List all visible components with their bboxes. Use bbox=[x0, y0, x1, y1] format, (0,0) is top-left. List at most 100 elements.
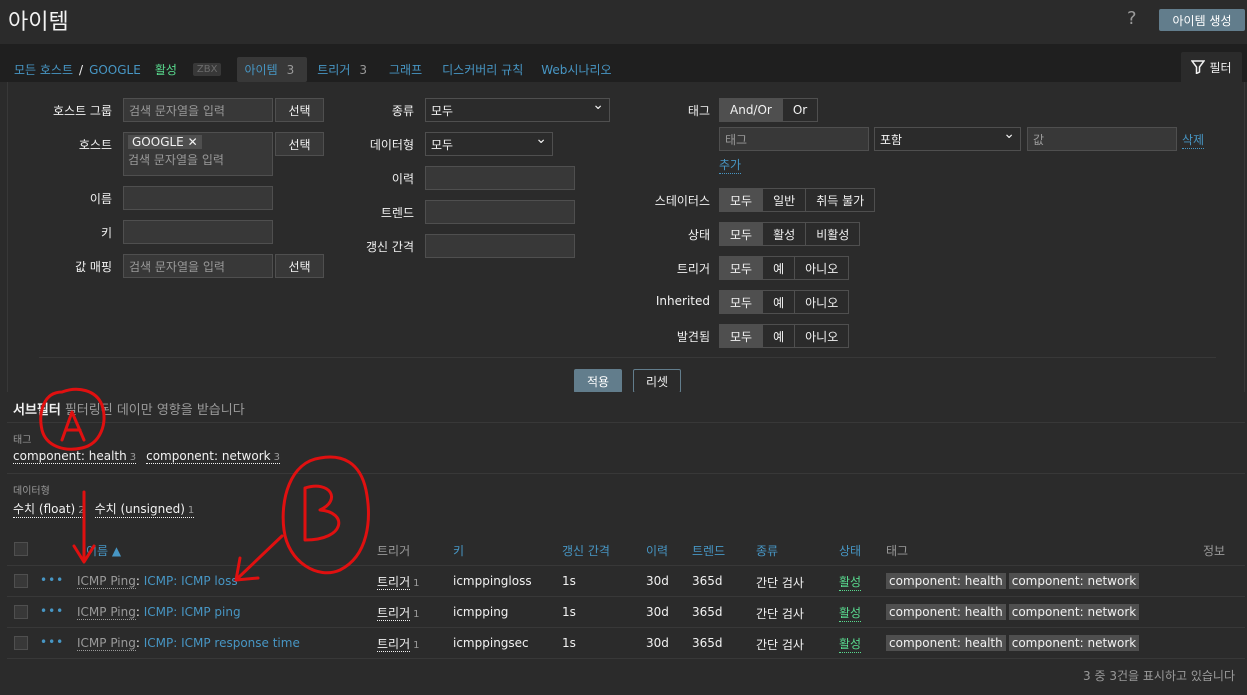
inherited-all[interactable]: 모두 bbox=[720, 291, 764, 313]
pagination-summary: 3 중 3건을 표시하고 있습니다 bbox=[1083, 669, 1235, 683]
state-normal[interactable]: 일반 bbox=[763, 189, 807, 211]
host-group-select-button[interactable]: 선택 bbox=[275, 98, 324, 122]
host-group-input[interactable]: 검색 문자열을 입력 bbox=[123, 98, 273, 122]
help-icon[interactable]: ? bbox=[1127, 8, 1137, 29]
status-toggle[interactable]: 모두 활성 비활성 bbox=[719, 222, 861, 246]
tag-value-input[interactable]: 값 bbox=[1027, 127, 1177, 151]
select-all-checkbox[interactable] bbox=[14, 542, 28, 556]
tag-badge: component: health bbox=[886, 635, 1006, 651]
interval-label: 갱신 간격 bbox=[366, 240, 414, 254]
name-column-header[interactable]: 이름 ▲ bbox=[86, 542, 121, 559]
item-name-link[interactable]: ICMP: ICMP loss bbox=[144, 574, 238, 588]
subfilter-tag-network[interactable]: component: network 3 bbox=[146, 449, 280, 464]
row-checkbox[interactable] bbox=[14, 574, 28, 588]
name-input[interactable] bbox=[123, 186, 273, 210]
tag-operator-select[interactable]: 포함 bbox=[874, 126, 1021, 151]
type-column-header[interactable]: 종류 bbox=[756, 542, 778, 559]
template-prefix-link[interactable]: ICMP Ping bbox=[77, 605, 136, 620]
item-history: 30d bbox=[646, 636, 669, 650]
row-menu-icon[interactable]: ••• bbox=[40, 573, 64, 587]
item-status-link[interactable]: 활성 bbox=[839, 573, 862, 591]
and-or-option[interactable]: And/Or bbox=[720, 99, 783, 121]
status-column-header[interactable]: 상태 bbox=[839, 542, 861, 559]
tags-operator-toggle[interactable]: And/Or Or bbox=[719, 98, 819, 122]
state-unsupported[interactable]: 취득 불가 bbox=[806, 189, 875, 211]
apply-button[interactable]: 적용 bbox=[574, 369, 622, 393]
filter-toggle-button[interactable]: 필터 bbox=[1181, 52, 1242, 82]
row-menu-icon[interactable]: ••• bbox=[40, 635, 64, 649]
item-name-link[interactable]: ICMP: ICMP ping bbox=[144, 605, 241, 619]
remove-chip-icon[interactable]: ✕ bbox=[188, 135, 198, 149]
row-checkbox[interactable] bbox=[14, 605, 28, 619]
subfilter-tag-health[interactable]: component: health 3 bbox=[13, 449, 137, 464]
item-triggers-link[interactable]: 트리거 bbox=[377, 606, 411, 621]
or-option[interactable]: Or bbox=[782, 99, 818, 121]
history-column-header[interactable]: 이력 bbox=[646, 542, 668, 559]
discovered-toggle[interactable]: 모두 예 아니오 bbox=[719, 324, 850, 348]
row-menu-icon[interactable]: ••• bbox=[40, 604, 64, 618]
tab-discovery-rules[interactable]: 디스커버리 규칙 bbox=[442, 61, 523, 78]
host-link[interactable]: GOOGLE bbox=[89, 63, 141, 77]
inherited-toggle[interactable]: 모두 예 아니오 bbox=[719, 290, 850, 314]
table-header: 이름 ▲ 트리거 키 갱신 간격 이력 트렌드 종류 상태 태그 정보 bbox=[7, 534, 1245, 566]
state-all[interactable]: 모두 bbox=[720, 189, 764, 211]
tab-items[interactable]: 아이템 3 bbox=[237, 57, 308, 82]
item-status-link[interactable]: 활성 bbox=[839, 635, 862, 653]
subfilter-datatype-unsigned[interactable]: 수치 (unsigned) 1 bbox=[94, 500, 195, 518]
all-hosts-link[interactable]: 모든 호스트 bbox=[14, 61, 73, 78]
tag-name-input[interactable]: 태그 bbox=[719, 127, 869, 151]
trends-column-header[interactable]: 트렌드 bbox=[692, 542, 725, 559]
row-checkbox[interactable] bbox=[14, 636, 28, 650]
status-all[interactable]: 모두 bbox=[720, 223, 764, 245]
item-triggers-link[interactable]: 트리거 bbox=[377, 575, 411, 590]
triggers-toggle[interactable]: 모두 예 아니오 bbox=[719, 256, 850, 280]
status-disabled[interactable]: 비활성 bbox=[806, 223, 860, 245]
data-type-select[interactable]: 모두 bbox=[425, 131, 553, 156]
value-map-select-button[interactable]: 선택 bbox=[275, 254, 324, 278]
triggers-no[interactable]: 아니오 bbox=[795, 257, 849, 279]
triggers-yes[interactable]: 예 bbox=[763, 257, 796, 279]
tab-web-scenarios[interactable]: Web시나리오 bbox=[541, 61, 611, 78]
key-input[interactable] bbox=[123, 220, 273, 244]
triggers-column-header: 트리거 bbox=[377, 544, 411, 558]
discovered-no[interactable]: 아니오 bbox=[795, 325, 849, 347]
inherited-no[interactable]: 아니오 bbox=[795, 291, 849, 313]
items-table: 이름 ▲ 트리거 키 갱신 간격 이력 트렌드 종류 상태 태그 정보 ••• … bbox=[7, 534, 1245, 689]
create-item-button[interactable]: 아이템 생성 bbox=[1159, 9, 1245, 31]
tab-graphs[interactable]: 그래프 bbox=[389, 61, 422, 78]
template-prefix-link[interactable]: ICMP Ping bbox=[77, 574, 136, 589]
item-tags: component: health component: network bbox=[886, 604, 1142, 620]
interval-column-header[interactable]: 갱신 간격 bbox=[562, 542, 610, 559]
state-toggle[interactable]: 모두 일반 취득 불가 bbox=[719, 188, 876, 212]
type-select[interactable]: 모두 bbox=[425, 97, 610, 122]
value-map-input[interactable]: 검색 문자열을 입력 bbox=[123, 254, 273, 278]
item-name-link[interactable]: ICMP: ICMP response time bbox=[144, 636, 300, 650]
trends-input[interactable] bbox=[425, 200, 575, 224]
filter-icon bbox=[1191, 60, 1206, 74]
discovered-yes[interactable]: 예 bbox=[763, 325, 796, 347]
item-status-link[interactable]: 활성 bbox=[839, 604, 862, 622]
key-label: 키 bbox=[100, 226, 112, 240]
host-chip[interactable]: GOOGLE ✕ bbox=[128, 135, 202, 149]
triggers-all[interactable]: 모두 bbox=[720, 257, 764, 279]
tab-triggers[interactable]: 트리거 3 bbox=[317, 61, 373, 78]
item-triggers-cell: 트리거 1 bbox=[377, 637, 420, 652]
item-trends: 365d bbox=[692, 636, 723, 650]
tag-remove-link[interactable]: 삭제 bbox=[1182, 131, 1205, 149]
tag-add-link[interactable]: 추가 bbox=[719, 156, 742, 174]
host-multiselect[interactable]: GOOGLE ✕ 검색 문자열을 입력 bbox=[123, 132, 273, 176]
status-enabled[interactable]: 활성 bbox=[763, 223, 807, 245]
subfilter-datatype-float[interactable]: 수치 (float) 2 bbox=[13, 500, 85, 518]
item-triggers-link[interactable]: 트리거 bbox=[377, 637, 411, 652]
tag-badge: component: network bbox=[1008, 573, 1140, 589]
host-select-button[interactable]: 선택 bbox=[275, 132, 324, 156]
discovered-all[interactable]: 모두 bbox=[720, 325, 764, 347]
reset-button[interactable]: 리셋 bbox=[633, 369, 681, 393]
inherited-yes[interactable]: 예 bbox=[763, 291, 796, 313]
interval-input[interactable] bbox=[425, 234, 575, 258]
host-status: 활성 bbox=[154, 63, 177, 77]
template-prefix-link[interactable]: ICMP Ping bbox=[77, 636, 136, 651]
key-column-header[interactable]: 키 bbox=[453, 542, 464, 559]
history-input[interactable] bbox=[425, 166, 575, 190]
filter-divider bbox=[39, 357, 1216, 358]
